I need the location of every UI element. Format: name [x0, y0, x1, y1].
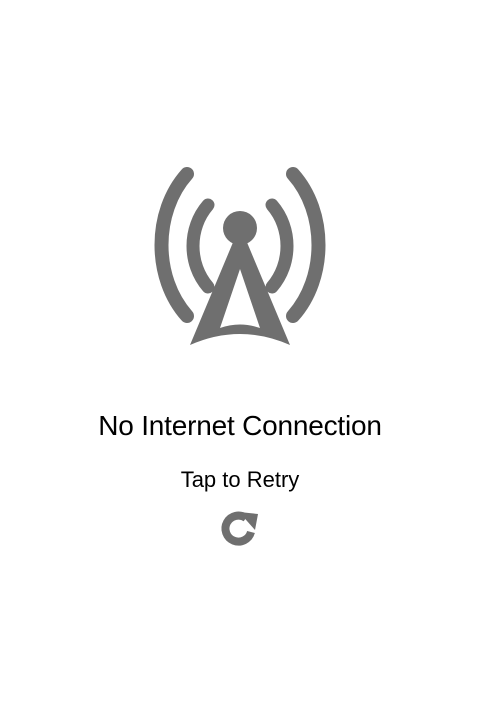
no-connection-title: No Internet Connection — [98, 410, 382, 441]
retry-label[interactable]: Tap to Retry — [140, 460, 340, 500]
signal-tower-icon — [154, 167, 326, 345]
no-connection-screen: No Internet Connection Tap to Retry — [0, 0, 480, 720]
retry-button[interactable]: Tap to Retry — [140, 460, 340, 556]
refresh-icon[interactable] — [218, 508, 260, 550]
